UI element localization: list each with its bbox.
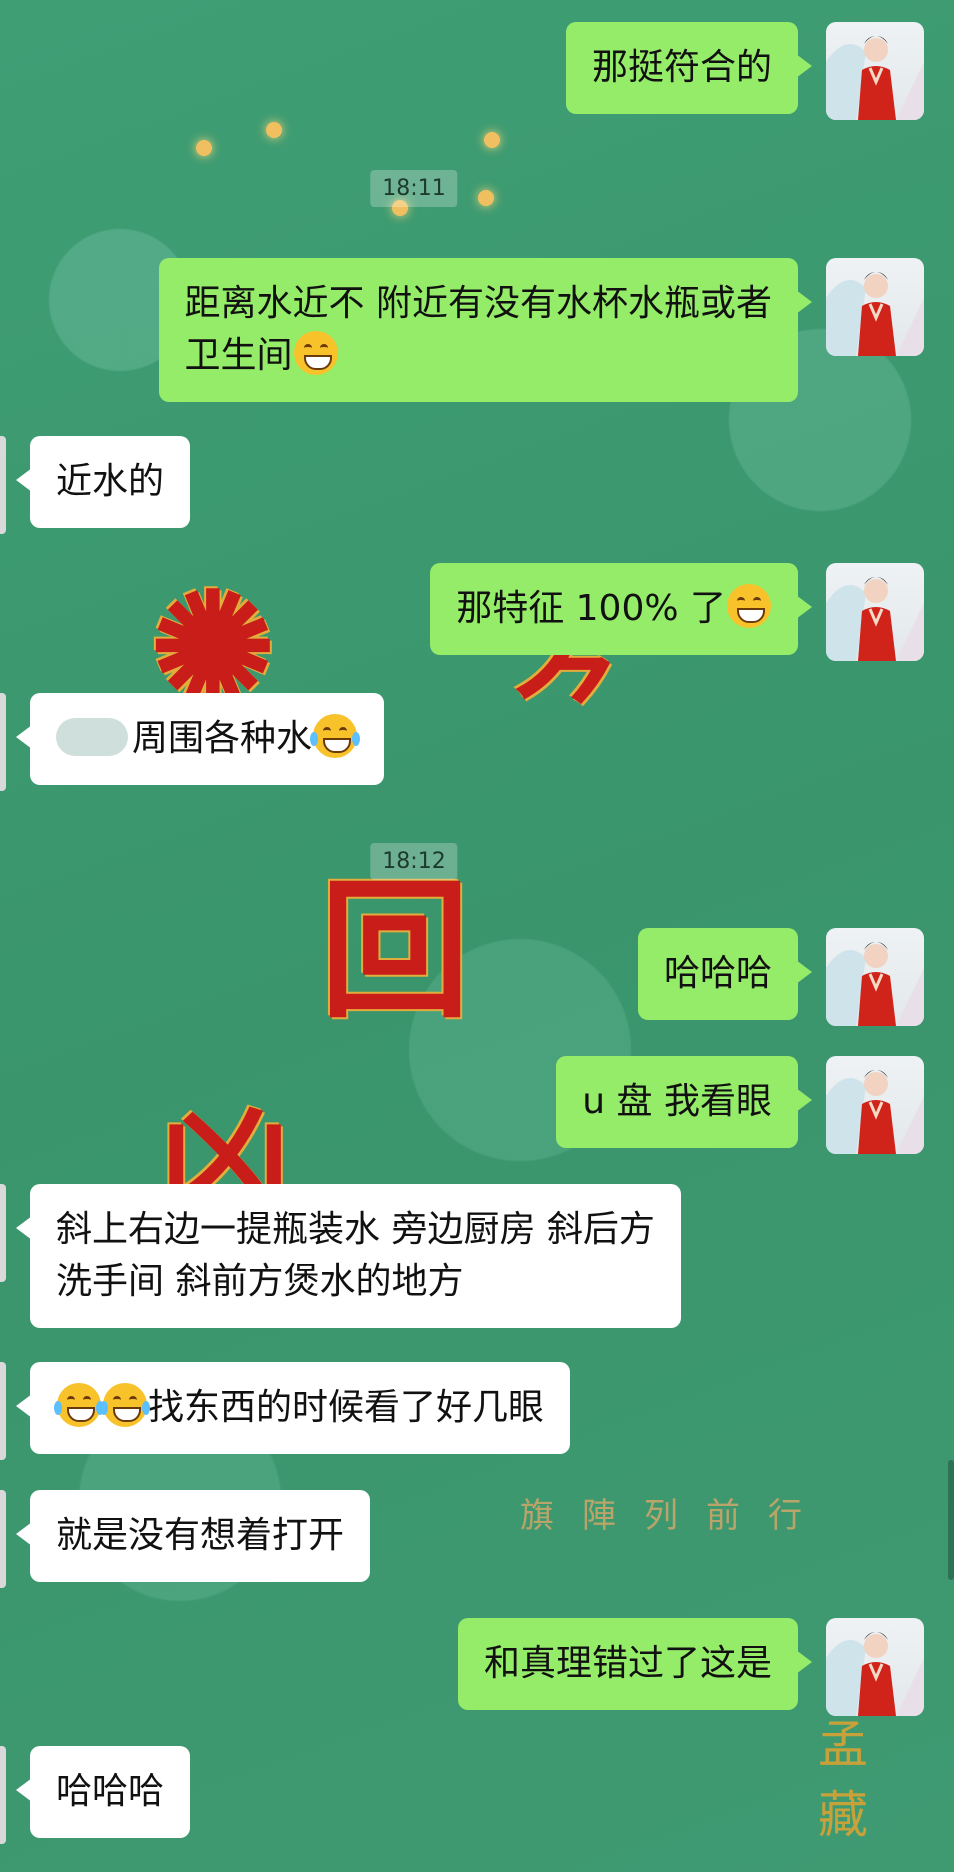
incoming-message-bubble[interactable]: 斜上右边一提瓶装水 旁边厨房 斜后方 洗手间 斜前方煲水的地方 [16, 1184, 681, 1328]
message-text: u 盘 我看眼 [582, 1081, 772, 1122]
contact-avatar-edge[interactable] [0, 436, 6, 534]
incoming-message-bubble[interactable]: 就是没有想着打开 [15, 1490, 371, 1582]
avatar-portrait-icon [826, 1070, 924, 1154]
outgoing-message-bubble[interactable]: u 盘 我看眼 [556, 1056, 812, 1148]
poster-text: 旗陣列前行 [520, 1496, 830, 1536]
message-text: 哈哈哈 [56, 1771, 165, 1812]
message-text: 哈哈哈 [663, 953, 772, 994]
outgoing-message-bubble[interactable]: 那特征 100% 了 [430, 563, 812, 655]
redacted-name [56, 718, 128, 756]
incoming-message-bubble[interactable]: 哈哈哈 [15, 1746, 191, 1838]
outgoing-message-bubble[interactable]: 距离水近不 附近有没有水杯水瓶或者 卫生间 [158, 258, 813, 402]
outgoing-message-bubble[interactable]: 那挺符合的 [565, 22, 813, 114]
grin-emoji-icon [293, 331, 338, 375]
avatar-portrait-icon [826, 942, 924, 1026]
user-avatar[interactable] [826, 928, 924, 1026]
tears-of-joy-emoji-icon [310, 714, 361, 758]
message-timestamp: 18:12 [370, 843, 458, 880]
star-decoration [478, 190, 494, 206]
message-text: 斜上右边一提瓶装水 旁边厨房 斜后方 洗手间 斜前方煲水的地方 [56, 1209, 655, 1302]
avatar-portrait-icon [826, 36, 924, 120]
contact-avatar-edge[interactable] [0, 1362, 6, 1460]
user-avatar[interactable] [826, 563, 924, 661]
message-text: 就是没有想着打开 [56, 1515, 345, 1556]
contact-avatar-edge[interactable] [0, 693, 6, 791]
outgoing-message-bubble[interactable]: 和真理错过了这是 [457, 1618, 813, 1710]
incoming-message-bubble[interactable]: 近水的 [15, 436, 191, 528]
user-avatar[interactable] [826, 1618, 924, 1716]
outgoing-message-bubble[interactable]: 哈哈哈 [637, 928, 813, 1020]
avatar-portrait-icon [826, 1632, 924, 1716]
tears-of-joy-emoji-icon [100, 1383, 150, 1427]
star-decoration [266, 122, 282, 138]
star-decoration [196, 140, 212, 156]
user-avatar[interactable] [826, 22, 924, 120]
contact-avatar-edge[interactable] [0, 1746, 6, 1844]
contact-avatar-edge[interactable] [0, 1490, 6, 1588]
scrollbar[interactable] [948, 1460, 954, 1580]
smile-emoji-icon [727, 584, 771, 628]
incoming-message-bubble[interactable]: 周围各种水 [15, 693, 385, 785]
message-text: 找东西的时候看了好几眼 [148, 1387, 545, 1428]
user-avatar[interactable] [826, 1056, 924, 1154]
contact-avatar-edge[interactable] [0, 1184, 6, 1282]
message-text: 距离水近不 附近有没有水杯水瓶或者 卫生间 [184, 283, 772, 376]
message-text: 周围各种水 [132, 718, 313, 759]
message-text: 近水的 [56, 461, 165, 502]
message-text: 和真理错过了这是 [483, 1643, 772, 1684]
message-timestamp: 18:11 [370, 170, 458, 207]
avatar-portrait-icon [826, 272, 924, 356]
star-decoration [484, 132, 500, 148]
incoming-message-bubble[interactable]: 找东西的时候看了好几眼 [15, 1362, 571, 1454]
message-text: 那挺符合的 [591, 47, 772, 88]
user-avatar[interactable] [826, 258, 924, 356]
corner-text: 孟藏 [818, 1716, 868, 1844]
avatar-portrait-icon [826, 577, 924, 661]
message-text: 那特征 100% 了 [456, 588, 726, 629]
tears-of-joy-emoji-icon [54, 1383, 104, 1427]
